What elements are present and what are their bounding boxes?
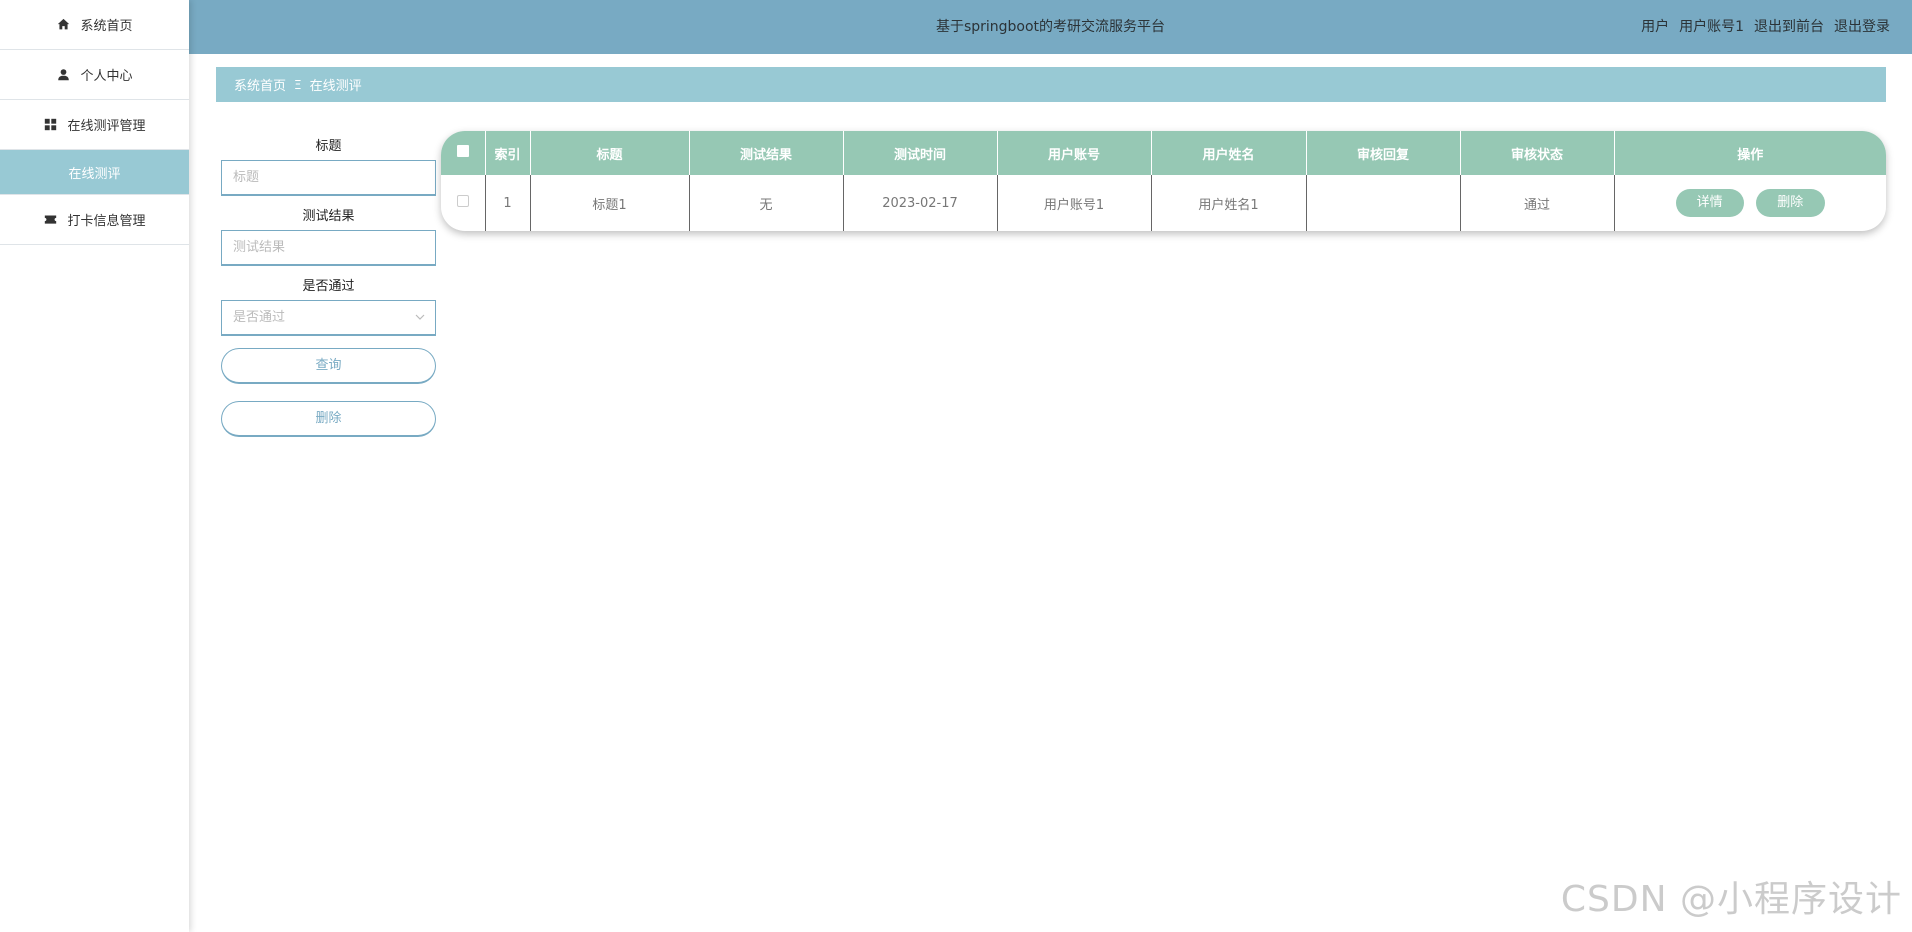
- cell-account: 用户账号1: [997, 175, 1152, 231]
- user-menu: 用户 用户账号1 退出到前台 退出登录: [1641, 0, 1890, 54]
- sidebar-item-checkin-manage[interactable]: 打卡信息管理: [0, 195, 189, 245]
- grid-icon: [43, 118, 57, 132]
- watermark: CSDN @小程序设计: [1560, 879, 1902, 920]
- column-header: 审核状态: [1460, 131, 1615, 175]
- result-label: 测试结果: [302, 209, 355, 224]
- logout-link[interactable]: 退出登录: [1834, 0, 1890, 54]
- user-role: 用户: [1641, 19, 1670, 35]
- title-input[interactable]: [221, 160, 436, 196]
- breadcrumb: 系统首页 Ξ 在线测评: [216, 67, 1886, 102]
- cell-actions: 详情 删除: [1614, 175, 1886, 231]
- column-header: 测试时间: [843, 131, 998, 175]
- cell-time: 2023-02-17: [843, 175, 998, 231]
- select-all-checkbox[interactable]: [456, 145, 469, 157]
- cell-result: 无: [689, 175, 844, 231]
- user-icon: [56, 68, 70, 82]
- title-label: 标题: [315, 139, 342, 154]
- table-row: 1 标题1 无 2023-02-17 用户账号1 用户姓名1 通过 详情 删除: [441, 175, 1886, 231]
- batch-delete-button[interactable]: 删除: [221, 401, 436, 437]
- column-header: 审核回复: [1306, 131, 1461, 175]
- cell-index: 1: [485, 175, 531, 231]
- pass-label: 是否通过: [302, 279, 355, 294]
- cell-reply: [1306, 175, 1461, 231]
- sidebar-item-exam-manage[interactable]: 在线测评管理: [0, 100, 189, 150]
- ticket-icon: [43, 213, 57, 227]
- sidebar-item-label: 个人中心: [80, 69, 133, 84]
- sidebar-item-home[interactable]: 系统首页: [0, 0, 189, 50]
- column-header: 用户账号: [997, 131, 1152, 175]
- sidebar: 系统首页 个人中心 在线测评管理 在线测评 打卡信息管理: [0, 0, 189, 932]
- data-table: 索引 标题 测试结果 测试时间 用户账号 用户姓名 审核回复 审核状态 操作 1…: [441, 131, 1886, 231]
- breadcrumb-home[interactable]: 系统首页: [234, 75, 286, 94]
- query-button[interactable]: 查询: [221, 348, 436, 384]
- top-header: 基于springboot的考研交流服务平台 用户 用户账号1 退出到前台 退出登…: [189, 0, 1912, 54]
- sidebar-item-label: 在线测评: [68, 166, 121, 182]
- search-panel: 标题 测试结果 是否通过 是否通过 查询 删除: [221, 138, 436, 437]
- home-icon: [56, 18, 70, 32]
- row-delete-button[interactable]: 删除: [1755, 189, 1825, 217]
- pass-select-placeholder: 是否通过: [233, 310, 286, 325]
- cell-name: 用户姓名1: [1151, 175, 1307, 231]
- cell-title: 标题1: [530, 175, 690, 231]
- pass-select[interactable]: 是否通过: [221, 300, 436, 336]
- column-header: 索引: [485, 131, 531, 175]
- sidebar-item-online-exam[interactable]: 在线测评: [0, 150, 189, 195]
- result-input[interactable]: [221, 230, 436, 266]
- select-all-header[interactable]: [441, 131, 486, 175]
- chevron-down-icon: [415, 314, 425, 320]
- sidebar-item-label: 打卡信息管理: [67, 214, 146, 229]
- column-header: 测试结果: [689, 131, 844, 175]
- column-header: 用户姓名: [1151, 131, 1307, 175]
- sidebar-item-label: 在线测评管理: [67, 119, 146, 134]
- column-header: 操作: [1737, 147, 1764, 163]
- breadcrumb-separator: Ξ: [294, 77, 302, 92]
- column-header: 标题: [530, 131, 690, 175]
- row-checkbox[interactable]: [456, 195, 469, 207]
- table-header-row: 索引 标题 测试结果 测试时间 用户账号 用户姓名 审核回复 审核状态 操作: [441, 131, 1886, 175]
- detail-button[interactable]: 详情: [1675, 189, 1744, 217]
- cell-status: 通过: [1460, 175, 1615, 231]
- user-account: 用户账号1: [1679, 19, 1744, 35]
- exit-to-front-link[interactable]: 退出到前台: [1754, 0, 1824, 54]
- breadcrumb-current: 在线测评: [309, 79, 362, 94]
- sidebar-item-label: 系统首页: [80, 19, 133, 34]
- row-select-cell[interactable]: [441, 175, 486, 231]
- sidebar-item-profile[interactable]: 个人中心: [0, 50, 189, 100]
